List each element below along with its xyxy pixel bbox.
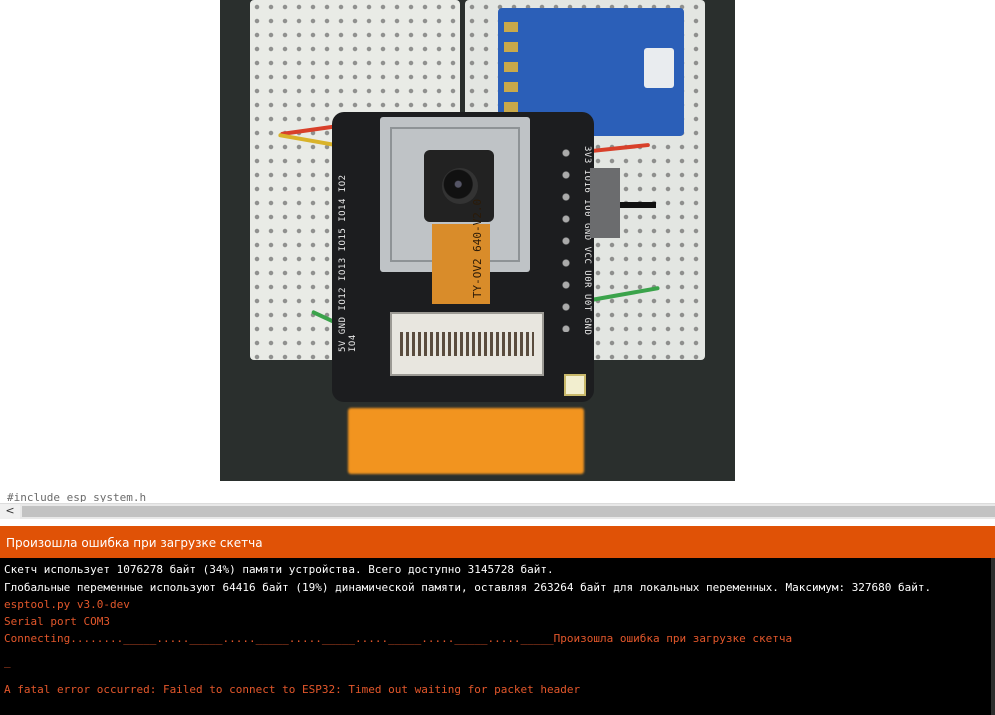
pin-header-right: [560, 142, 572, 332]
slide-switch: [590, 168, 656, 238]
flash-led: [564, 374, 586, 396]
pin-labels-left: 5V GND IO12 IO13 IO15 IO14 IO2 IO4: [338, 174, 358, 352]
code-line: #include esp_system.h: [7, 491, 147, 502]
blurred-sticker: [348, 408, 584, 474]
console-output: Скетч использует 1076278 байт (34%) памя…: [0, 558, 995, 715]
esp32-cam-board: TY-OV2 640-V2.0 3V3 IO16 IO0 GND VCC U0R…: [332, 112, 594, 402]
console-line-fatal-error: A fatal error occurred: Failed to connec…: [4, 683, 581, 696]
console-line-cursor: _: [4, 655, 11, 668]
console-line-sketch-size: Скетч использует 1076278 байт (34%) памя…: [4, 563, 554, 576]
console-scrollbar[interactable]: [991, 558, 995, 715]
usb-connector: [644, 48, 674, 88]
scroll-left-icon[interactable]: <: [0, 504, 20, 519]
flex-cable-label: TY-OV2 640-V2.0: [471, 198, 485, 299]
status-message: Произошла ошибка при загрузке скетча: [6, 536, 263, 550]
horizontal-scrollbar[interactable]: <: [0, 503, 995, 519]
esp32-cam-photo: TY-OV2 640-V2.0 3V3 IO16 IO0 GND VCC U0R…: [220, 0, 735, 481]
console-line-esptool: esptool.py v3.0-dev: [4, 598, 130, 611]
fpc-connector: [390, 312, 544, 376]
scrollbar-thumb[interactable]: [22, 506, 995, 517]
error-status-bar: Произошла ошибка при загрузке скетча: [0, 524, 995, 560]
console-line-serial-port: Serial port COM3: [4, 615, 110, 628]
console-line-global-vars: Глобальные переменные используют 64416 б…: [4, 581, 932, 594]
console-line-connecting: Connecting........_____....._____.....__…: [4, 632, 793, 645]
